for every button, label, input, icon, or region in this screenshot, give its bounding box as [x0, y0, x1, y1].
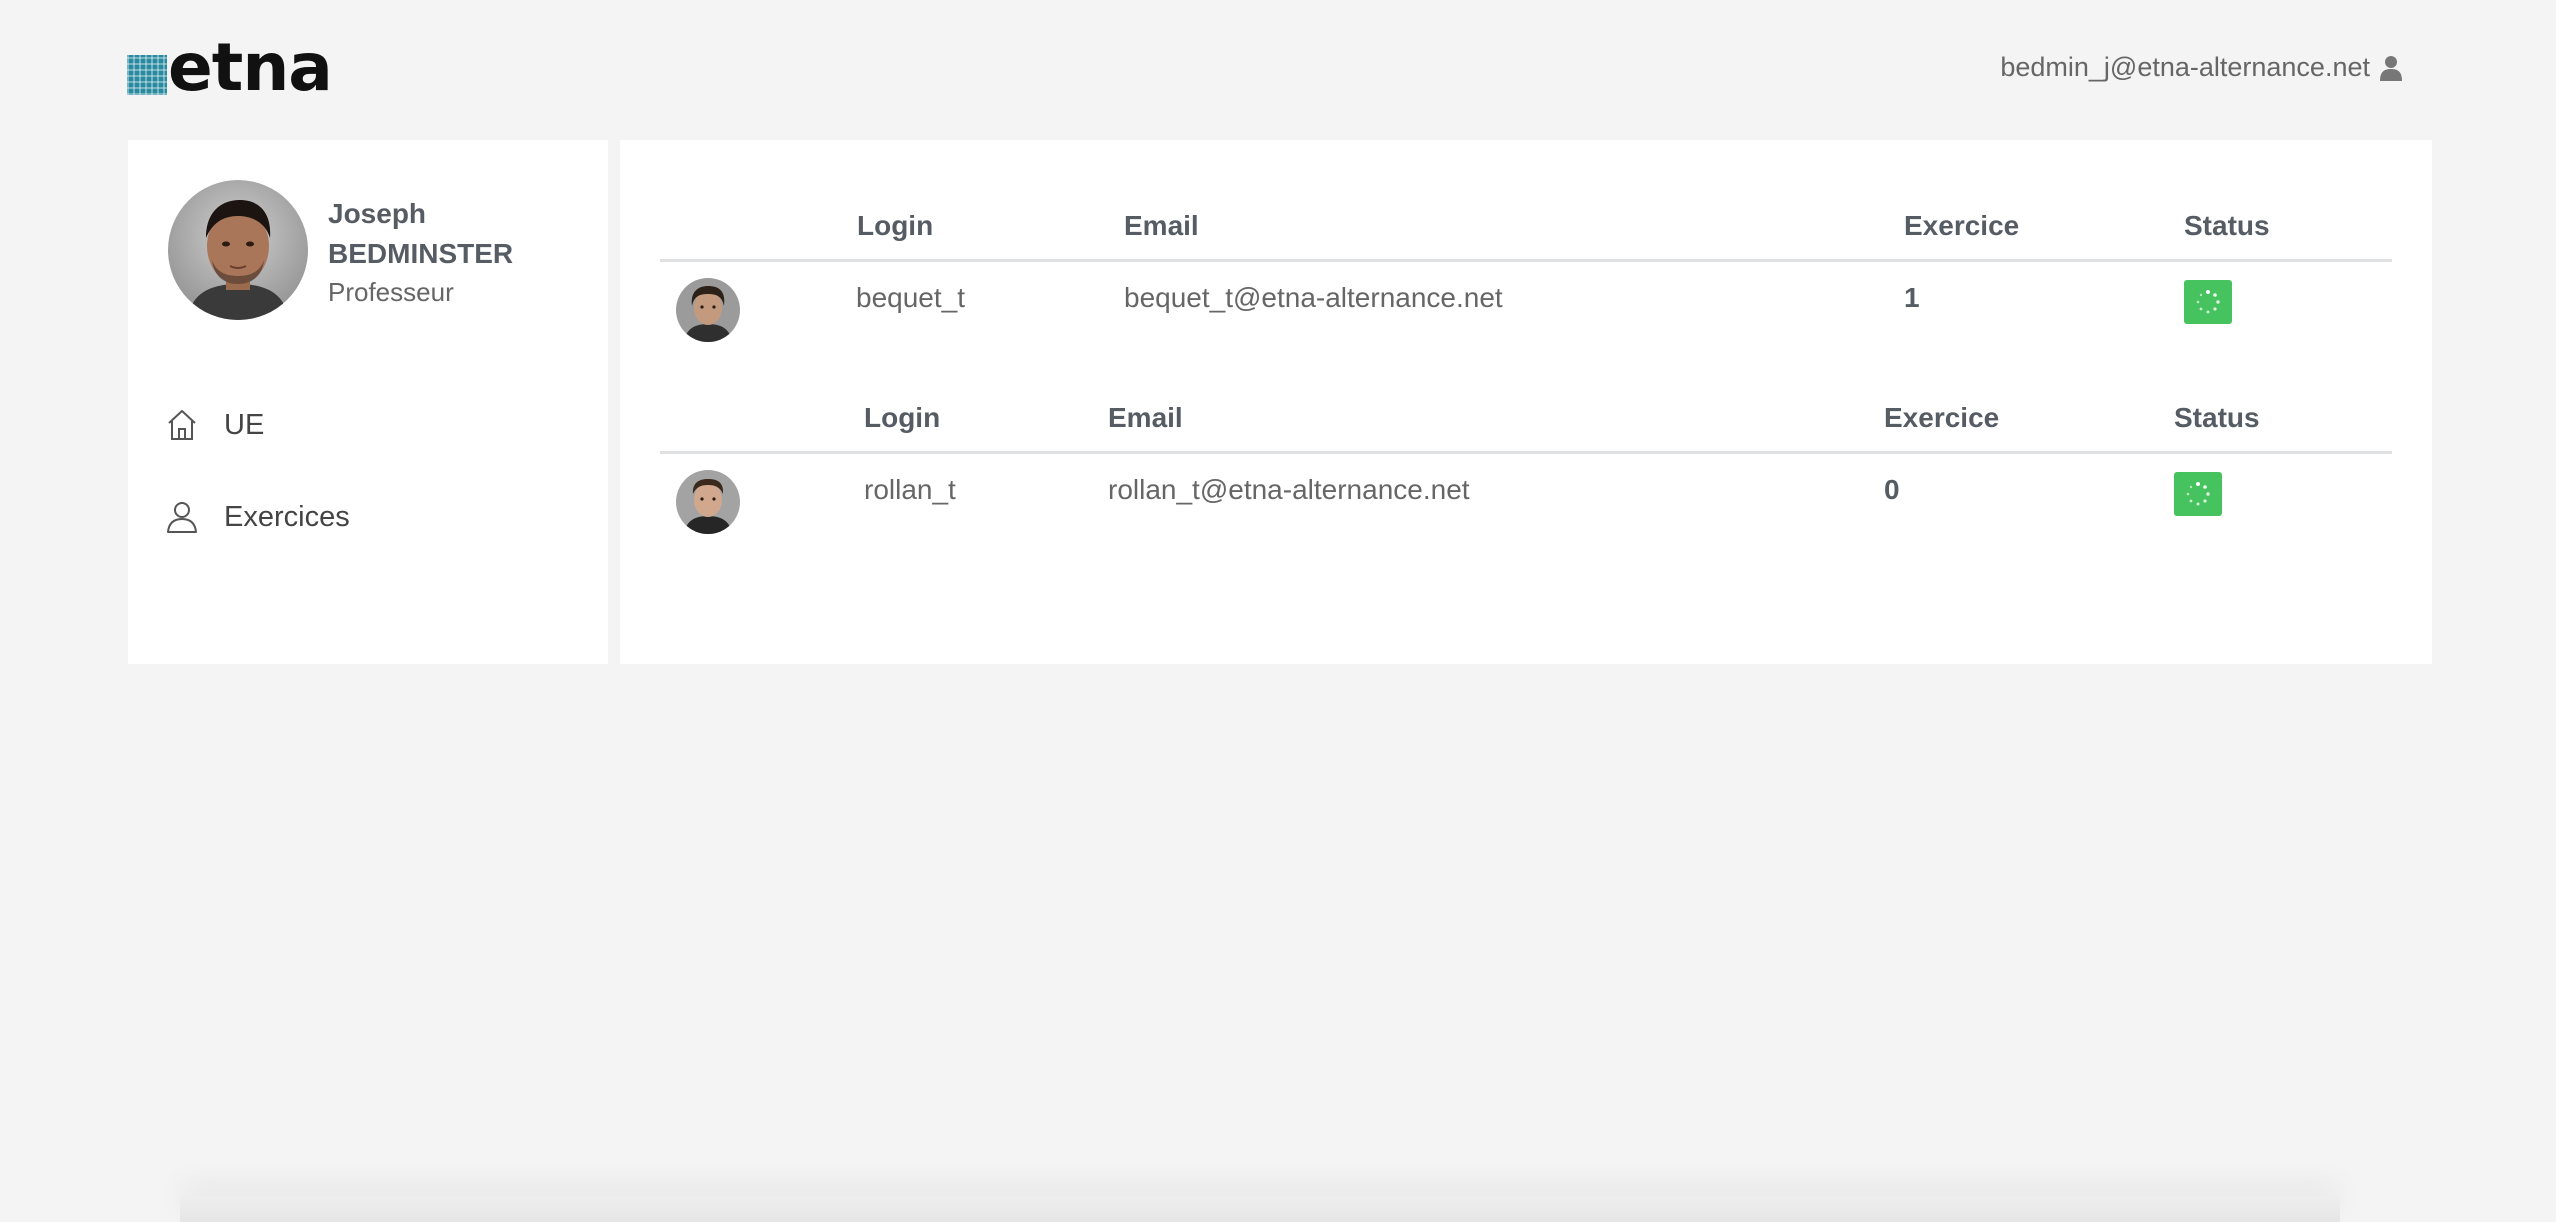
logo-text: etna — [168, 29, 333, 106]
profile-card: Joseph BEDMINSTER Professeur — [168, 180, 513, 320]
student-table: Login Email Exercice Status bequet_t beq… — [660, 196, 2392, 388]
user-icon[interactable] — [2380, 55, 2402, 81]
status-button[interactable] — [2174, 472, 2222, 516]
profile-text: Joseph BEDMINSTER Professeur — [328, 194, 513, 310]
table-header: Login Email Exercice Status — [660, 196, 2392, 262]
table-header: Login Email Exercice Status — [660, 388, 2392, 454]
column-header-login[interactable]: Login — [857, 210, 933, 242]
sidebar-item-label: Exercices — [224, 500, 350, 533]
column-header-email[interactable]: Email — [1124, 210, 1199, 242]
sidebar-item-exercices[interactable]: Exercices — [166, 482, 586, 552]
student-avatar[interactable] — [676, 470, 740, 534]
spinner-icon — [2196, 290, 2220, 314]
column-header-login[interactable]: Login — [864, 402, 940, 434]
column-header-exercice[interactable]: Exercice — [1884, 402, 1999, 434]
profile-first-name: Joseph — [328, 198, 427, 229]
sidebar: Joseph BEDMINSTER Professeur UE Exercice… — [128, 140, 608, 664]
status-button[interactable] — [2184, 280, 2232, 324]
column-header-status[interactable]: Status — [2174, 402, 2260, 434]
footer-shadow — [180, 1196, 2340, 1222]
cell-email: rollan_t@etna-alternance.net — [1108, 474, 1470, 505]
student-avatar[interactable] — [676, 278, 740, 342]
cell-exercice: 0 — [1884, 474, 1900, 505]
main-panel: Login Email Exercice Status bequet_t beq… — [620, 140, 2432, 664]
student-table: Login Email Exercice Status rollan_t rol… — [660, 388, 2392, 580]
cell-email: bequet_t@etna-alternance.net — [1124, 282, 1503, 313]
student-photo — [676, 470, 740, 534]
student-photo — [676, 278, 740, 342]
profile-role: Professeur — [328, 277, 454, 307]
sidebar-item-label: UE — [224, 408, 265, 441]
top-header: etna bedmin_j@etna-alternance.net — [0, 0, 2556, 140]
person-outline-icon — [167, 502, 197, 533]
table-row: bequet_t bequet_t@etna-alternance.net 1 — [660, 262, 2392, 342]
user-menu[interactable]: bedmin_j@etna-alternance.net — [2000, 52, 2402, 83]
sidebar-item-ue[interactable]: UE — [166, 390, 586, 460]
profile-last-name: BEDMINSTER — [328, 238, 514, 269]
spinner-icon — [2186, 482, 2210, 506]
cell-exercice: 1 — [1904, 282, 1920, 313]
user-email[interactable]: bedmin_j@etna-alternance.net — [2000, 52, 2370, 83]
etna-logo[interactable]: etna — [127, 29, 333, 106]
column-header-exercice[interactable]: Exercice — [1904, 210, 2019, 242]
table-row: rollan_t rollan_t@etna-alternance.net 0 — [660, 454, 2392, 534]
sidebar-nav: UE Exercices — [166, 390, 586, 574]
column-header-status[interactable]: Status — [2184, 210, 2270, 242]
cell-login: rollan_t — [864, 474, 956, 505]
column-header-email[interactable]: Email — [1108, 402, 1183, 434]
logo-mark-icon — [127, 55, 167, 95]
home-icon — [168, 410, 196, 440]
profile-photo — [168, 180, 308, 320]
cell-login: bequet_t — [856, 282, 965, 313]
profile-avatar — [168, 180, 308, 320]
